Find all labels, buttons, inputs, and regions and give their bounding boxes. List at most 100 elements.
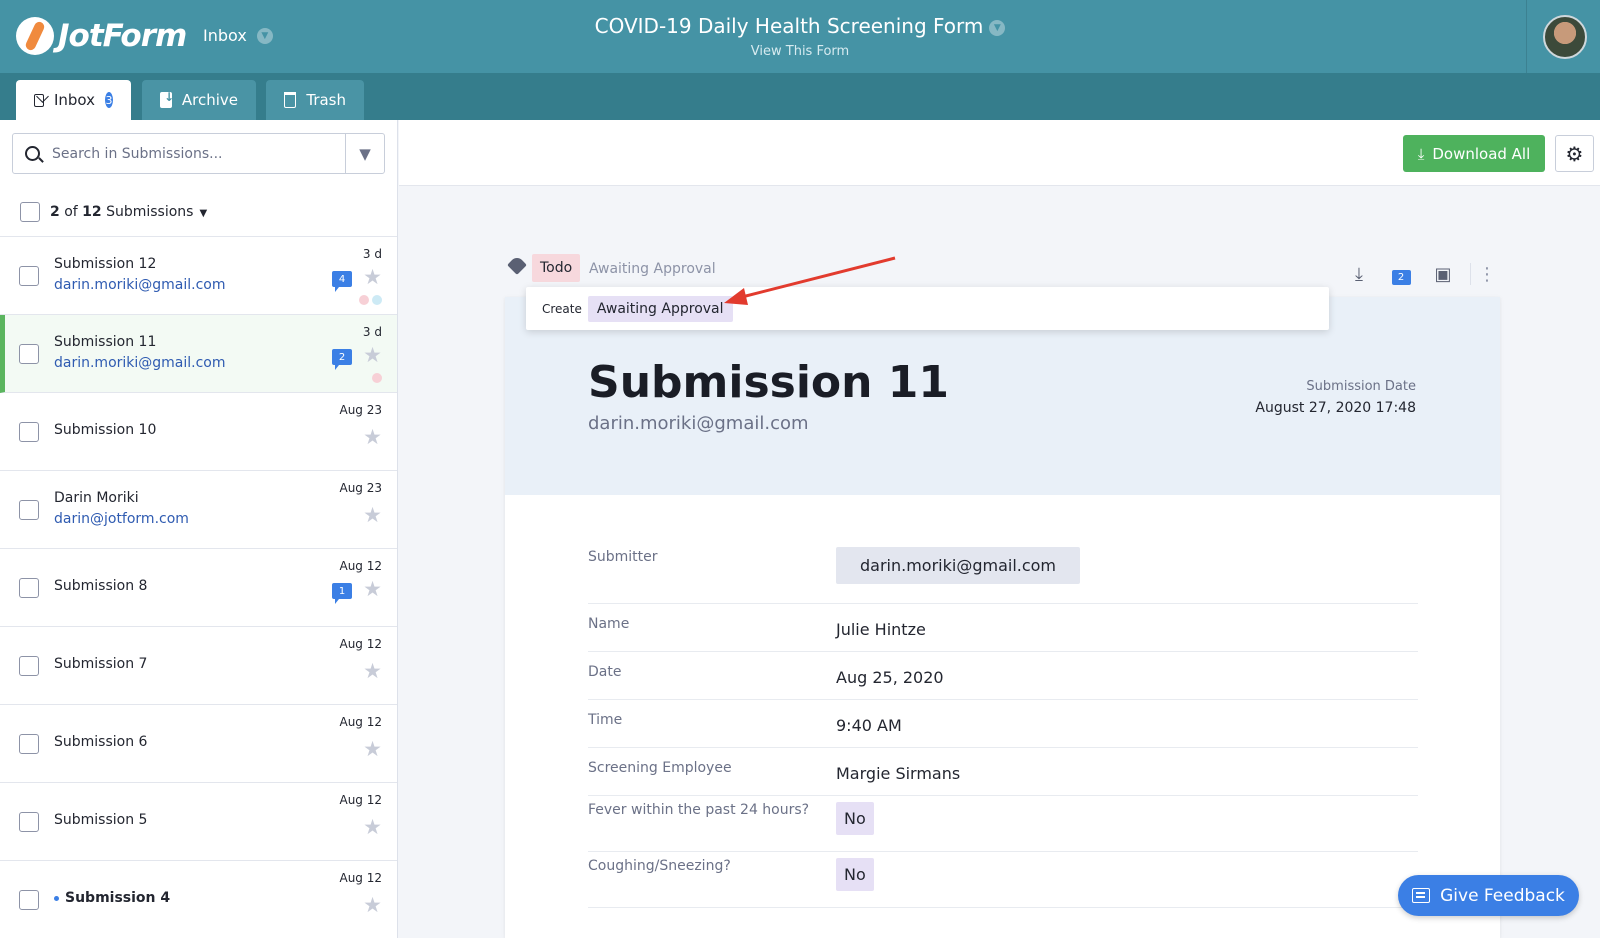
star-icon[interactable]: ★ bbox=[363, 661, 382, 682]
submission-checkbox[interactable] bbox=[19, 266, 39, 286]
star-icon[interactable]: ★ bbox=[363, 895, 382, 916]
submission-date: 3 d bbox=[362, 325, 382, 339]
submission-title: Darin Moriki bbox=[54, 490, 139, 506]
field-label: Coughing/Sneezing? bbox=[588, 858, 731, 874]
field-value: darin.moriki@gmail.com bbox=[836, 547, 1081, 584]
tag-icon bbox=[507, 255, 527, 275]
avatar[interactable] bbox=[1543, 15, 1587, 59]
star-icon[interactable]: ★ bbox=[363, 817, 382, 838]
submission-checkbox[interactable] bbox=[19, 656, 39, 676]
app-header: JotForm Inbox ▼ COVID-19 Daily Health Sc… bbox=[0, 0, 1600, 73]
jotform-logo[interactable]: JotForm bbox=[16, 16, 187, 56]
download-all-button[interactable]: ⤓ Download All bbox=[1403, 135, 1545, 172]
star-icon[interactable]: ★ bbox=[363, 345, 382, 366]
submission-actions: ⤓ 2 ▣ ⋮ bbox=[1338, 262, 1497, 286]
submission-email: darin@jotform.com bbox=[54, 511, 189, 527]
search-input[interactable] bbox=[52, 145, 332, 162]
submission-title: Submission 5 bbox=[54, 812, 148, 828]
comment-count-icon: 2 bbox=[1391, 269, 1411, 285]
submission-list-item[interactable]: Submission 10 Aug 23 ★ bbox=[0, 393, 397, 471]
submission-title: Submission 12 bbox=[54, 256, 157, 272]
account-menu[interactable] bbox=[1526, 0, 1600, 73]
comment-count-icon: 4 bbox=[332, 271, 352, 292]
more-options-button[interactable]: ⋮ bbox=[1477, 264, 1497, 285]
submission-list-item[interactable]: Submission 5 Aug 12 ★ bbox=[0, 783, 397, 861]
trash-icon bbox=[284, 92, 297, 108]
inbox-dropdown[interactable]: Inbox ▼ bbox=[203, 26, 273, 45]
archive-submission-button[interactable]: ▣ bbox=[1422, 264, 1464, 285]
submission-title: Submission 10 bbox=[54, 422, 157, 438]
submission-list-item[interactable]: Submission 11 darin.moriki@gmail.com 3 d ★ 2 bbox=[0, 315, 397, 393]
submission-date-label: Submission Date bbox=[1306, 379, 1416, 394]
give-feedback-label: Give Feedback bbox=[1440, 885, 1565, 906]
field-row: Screening Employee Margie Sirmans bbox=[588, 748, 1418, 796]
field-value: No bbox=[836, 802, 874, 835]
submission-title: Submission 8 bbox=[54, 578, 148, 594]
submission-title: Submission 11 bbox=[54, 334, 157, 350]
submission-date: Aug 23 bbox=[339, 481, 382, 495]
field-value: Aug 25, 2020 bbox=[836, 668, 944, 687]
submission-list-item[interactable]: Submission 6 Aug 12 ★ bbox=[0, 705, 397, 783]
select-all-checkbox[interactable] bbox=[20, 202, 40, 222]
star-icon[interactable]: ★ bbox=[363, 427, 382, 448]
inbox-dropdown-label: Inbox bbox=[203, 26, 247, 45]
submission-checkbox[interactable] bbox=[19, 734, 39, 754]
download-submission-button[interactable]: ⤓ bbox=[1338, 264, 1380, 285]
form-title[interactable]: COVID-19 Daily Health Screening Form ▼ bbox=[560, 14, 1040, 38]
field-row: Name Julie Hintze bbox=[588, 604, 1418, 652]
tab-archive[interactable]: Archive bbox=[142, 80, 256, 120]
field-label: Fever within the past 24 hours? bbox=[588, 802, 810, 818]
archive-icon bbox=[160, 90, 174, 108]
comments-button[interactable]: 2 bbox=[1380, 264, 1422, 285]
submission-checkbox[interactable] bbox=[19, 578, 39, 598]
field-value: 9:40 AM bbox=[836, 716, 902, 735]
form-title-text: COVID-19 Daily Health Screening Form bbox=[594, 14, 984, 38]
jotform-logo-icon bbox=[16, 17, 54, 55]
submission-date-value: August 27, 2020 17:48 bbox=[1255, 400, 1416, 416]
selection-summary: 2 of 12 Submissions ▼ bbox=[0, 188, 397, 237]
archive-icon: ▣ bbox=[1434, 263, 1452, 285]
inbox-count-badge: 3 bbox=[105, 92, 113, 108]
star-icon[interactable]: ★ bbox=[363, 579, 382, 600]
submission-checkbox[interactable] bbox=[19, 344, 39, 364]
logo-text: JotForm bbox=[58, 18, 187, 54]
submission-checkbox[interactable] bbox=[19, 812, 39, 832]
create-tag-option[interactable]: Awaiting Approval bbox=[587, 295, 733, 322]
submission-title: Submission 6 bbox=[54, 734, 148, 750]
kebab-menu-icon: ⋮ bbox=[1478, 263, 1496, 285]
view-form-link[interactable]: View This Form bbox=[700, 44, 900, 59]
tag-todo[interactable]: Todo bbox=[532, 254, 581, 282]
search-box: ▼ bbox=[12, 133, 385, 174]
field-label: Submitter bbox=[588, 549, 658, 565]
submission-list-item[interactable]: Submission 8 Aug 12 ★ 1 bbox=[0, 549, 397, 627]
submission-checkbox[interactable] bbox=[19, 890, 39, 910]
divider bbox=[1470, 263, 1471, 285]
submission-count[interactable]: 2 of 12 Submissions ▼ bbox=[50, 204, 207, 220]
submission-list-item[interactable]: Submission 7 Aug 12 ★ bbox=[0, 627, 397, 705]
submission-checkbox[interactable] bbox=[19, 422, 39, 442]
star-icon[interactable]: ★ bbox=[363, 739, 382, 760]
field-row: Fever within the past 24 hours? No bbox=[588, 796, 1418, 852]
star-icon[interactable]: ★ bbox=[363, 505, 382, 526]
tab-bar: Inbox 3 Archive Trash bbox=[0, 73, 1600, 120]
filter-button[interactable]: ▼ bbox=[345, 134, 384, 173]
submission-date: Aug 23 bbox=[339, 403, 382, 417]
tag-input[interactable]: Awaiting Approval bbox=[589, 261, 716, 277]
chevron-down-icon: ▼ bbox=[256, 27, 273, 44]
gear-icon: ⚙ bbox=[1565, 141, 1584, 166]
submission-checkbox[interactable] bbox=[19, 500, 39, 520]
submission-list-item[interactable]: Submission 4 Aug 12 ★ bbox=[0, 861, 397, 938]
give-feedback-button[interactable]: Give Feedback bbox=[1398, 875, 1579, 916]
field-value: Margie Sirmans bbox=[836, 764, 961, 783]
submission-date: Aug 12 bbox=[339, 871, 382, 885]
star-icon[interactable]: ★ bbox=[363, 267, 382, 288]
tab-trash[interactable]: Trash bbox=[266, 80, 364, 120]
settings-button[interactable]: ⚙ bbox=[1555, 135, 1594, 172]
submission-list-item[interactable]: Darin Moriki darin@jotform.com Aug 23 ★ bbox=[0, 471, 397, 549]
field-row: Submitter darin.moriki@gmail.com bbox=[588, 547, 1418, 604]
submission-list-item[interactable]: Submission 12 darin.moriki@gmail.com 3 d ★ 4 bbox=[0, 237, 397, 315]
tab-inbox[interactable]: Inbox 3 bbox=[16, 80, 131, 120]
annotation-arrow bbox=[724, 256, 896, 305]
filter-icon: ▼ bbox=[359, 144, 371, 163]
chevron-down-icon: ▼ bbox=[199, 208, 208, 219]
